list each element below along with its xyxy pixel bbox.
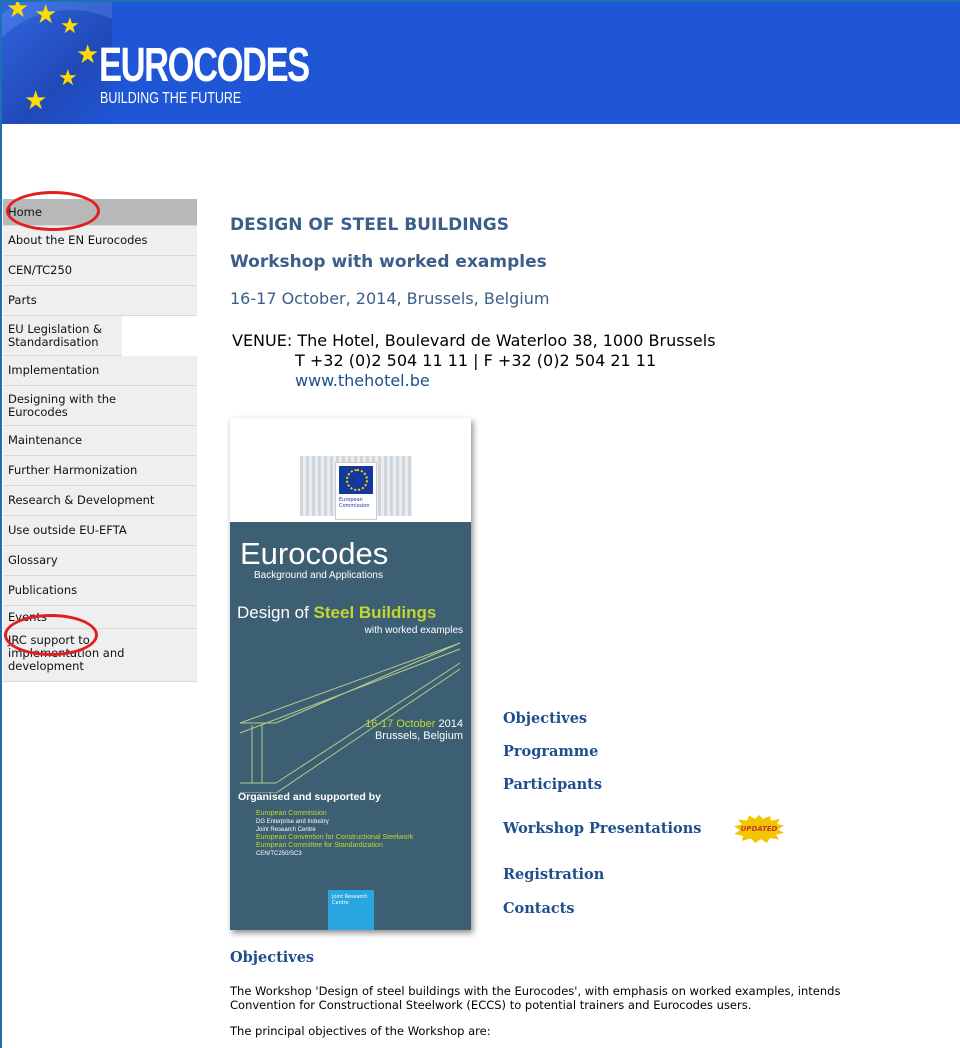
logo-subtitle: BUILDING THE FUTURE [100,90,242,107]
european-commission-logo: European Commission [335,462,377,520]
event-flyer-image[interactable]: European Commission Eurocodes Background… [230,418,471,930]
flyer-title: Eurocodes [240,536,389,571]
sidebar-item-parts[interactable]: Parts [3,286,197,316]
sidebar-item-about[interactable]: About the EN Eurocodes [3,226,197,256]
flyer-date: 16-17 October 2014 Brussels, Belgium [365,718,463,742]
sidebar-item-eu-legislation[interactable]: EU Legislation & Standardisation [3,316,122,356]
link-workshop-presentations[interactable]: Workshop Presentations [503,820,701,837]
star-icon: ★ [34,2,58,30]
sidebar-item-label: Parts [8,293,37,307]
logo-title[interactable]: EUROCODES [99,42,310,90]
star-icon: ★ [24,86,48,116]
page-title: DESIGN OF STEEL BUILDINGS [230,215,509,235]
sidebar-item-implementation[interactable]: Implementation [3,356,197,386]
sidebar-item-cen-tc250[interactable]: CEN/TC250 [3,256,197,286]
sidebar-item-label: Designing with the Eurocodes [8,391,117,419]
sidebar-item-label: Implementation [8,363,100,377]
highlight-circle-events [4,614,98,656]
sidebar-item-further-harmonization[interactable]: Further Harmonization [3,456,197,486]
link-programme[interactable]: Programme [503,743,598,760]
sidebar-item-label: Publications [8,583,78,597]
star-icon: ★ [6,2,30,24]
sidebar-item-label: CEN/TC250 [8,263,73,277]
venue-address: VENUE: The Hotel, Boulevard de Waterloo … [232,331,716,350]
sidebar-item-label: Further Harmonization [8,463,138,477]
jrc-logo: Joint Research Centre [328,890,374,930]
flyer-design-heading: Design of Steel Buildings [237,603,437,622]
sidebar-item-label: Maintenance [8,433,83,447]
link-contacts[interactable]: Contacts [503,900,575,917]
flyer-subtitle: Background and Applications [254,570,383,581]
sidebar-item-research[interactable]: Research & Development [3,486,197,516]
venue-block: VENUE: The Hotel, Boulevard de Waterloo … [232,331,716,391]
sidebar-item-label: About the EN Eurocodes [8,233,148,247]
objectives-paragraph: The Workshop 'Design of steel buildings … [230,984,841,1012]
star-icon: ★ [58,66,78,91]
eu-flag-graphic: ★ ★ ★ ★ ★ ★ [2,2,112,124]
sidebar-item-designing[interactable]: Designing with the Eurocodes [3,386,197,426]
site-banner: ★ ★ ★ ★ ★ ★ EUROCODES BUILDING THE FUTUR… [2,2,960,124]
link-objectives[interactable]: Objectives [503,710,587,727]
link-participants[interactable]: Participants [503,776,602,793]
sidebar-item-glossary[interactable]: Glossary [3,546,197,576]
objectives-heading: Objectives [230,949,315,966]
sidebar-item-publications[interactable]: Publications [3,576,197,606]
star-icon: ★ [76,40,100,70]
sidebar-item-use-outside[interactable]: Use outside EU-EFTA [3,516,197,546]
star-icon: ★ [60,14,80,39]
venue-website-link[interactable]: www.thehotel.be [295,371,430,390]
link-registration[interactable]: Registration [503,866,604,883]
venue-phone: T +32 (0)2 504 11 11 | F +32 (0)2 504 21… [295,351,657,370]
eu-logo-text: European Commission [339,497,370,509]
sidebar-item-label: Use outside EU-EFTA [8,523,127,537]
sidebar-nav: Home About the EN Eurocodes CEN/TC250 Pa… [3,199,197,682]
sidebar-item-label: EU Legislation & Standardisation [8,321,102,349]
sidebar-item-label: Glossary [8,553,58,567]
flyer-organisers: European Commission DG Enterprise and In… [256,810,414,857]
flyer-organised-heading: Organised and supported by [238,791,381,803]
page-subtitle: Workshop with worked examples [230,252,547,272]
sidebar-item-maintenance[interactable]: Maintenance [3,426,197,456]
highlight-circle-home [6,191,100,231]
event-dateline: 16-17 October, 2014, Brussels, Belgium [230,289,550,308]
steel-beam-graphic [239,642,461,793]
sidebar-item-label: Research & Development [8,493,155,507]
objectives-intro: The principal objectives of the Workshop… [230,1024,491,1038]
